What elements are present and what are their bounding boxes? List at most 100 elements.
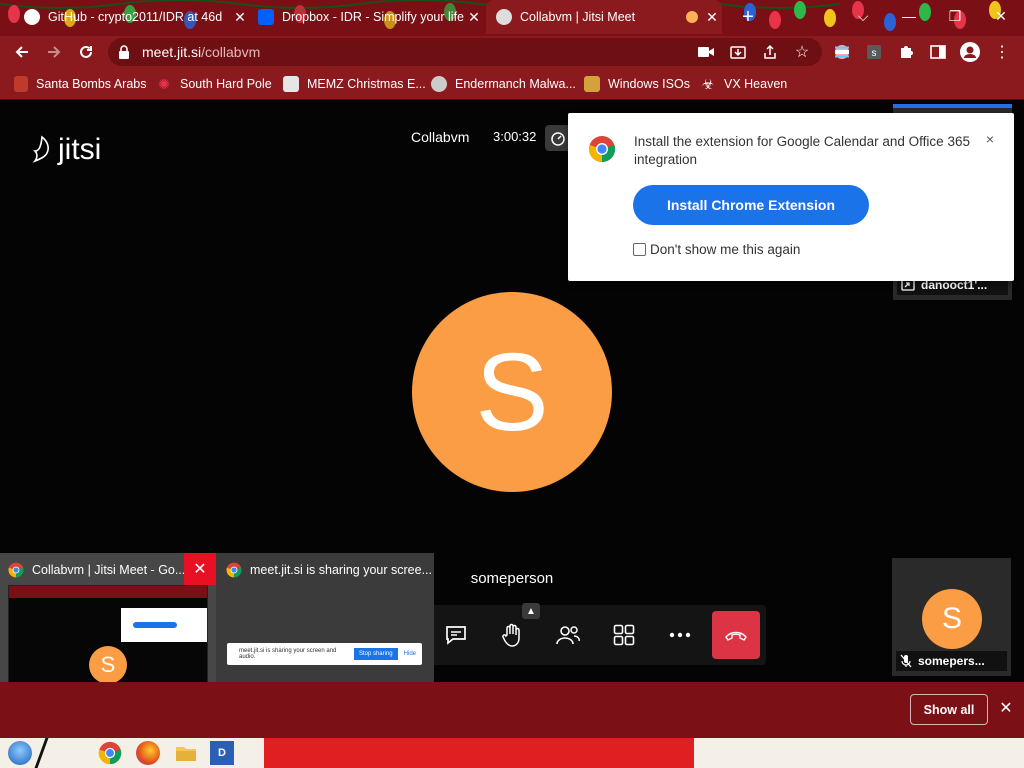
participant-thumbnail-someperson[interactable]: S somepers... <box>892 558 1011 676</box>
more-options-button[interactable] <box>656 611 704 659</box>
firefox-taskbar-icon[interactable] <box>136 741 160 765</box>
file-explorer-taskbar-icon[interactable] <box>174 741 198 765</box>
memz-icon <box>283 76 299 92</box>
tab-search-button[interactable]: ⌵ <box>840 0 886 32</box>
santa-icon <box>14 76 28 92</box>
participants-button[interactable] <box>544 611 592 659</box>
jitsi-bird-icon <box>30 135 54 165</box>
mic-muted-icon <box>900 654 912 668</box>
bookmark-label: Endermanch Malwa... <box>455 77 576 91</box>
preview-sharing-bar: meet.jit.si is sharing your screen and a… <box>227 643 422 665</box>
show-all-button[interactable]: Show all <box>910 694 988 725</box>
windows-taskbar: D <box>0 738 1024 768</box>
url-host: meet.jit.si <box>142 44 202 60</box>
new-tab-button[interactable]: + <box>736 6 760 28</box>
bookmark-label: South Hard Pole <box>180 77 272 91</box>
shelf-close-icon[interactable]: ✕ <box>996 698 1016 718</box>
logo-text: jitsi <box>58 133 102 166</box>
participants-icon <box>556 625 580 645</box>
mini-share-text: meet.jit.si is sharing your screen and a… <box>239 648 337 660</box>
window-close-button[interactable]: ✕ <box>978 0 1024 32</box>
back-icon[interactable] <box>10 40 34 64</box>
lock-icon <box>118 45 134 59</box>
hangup-button[interactable] <box>712 611 760 659</box>
restore-button[interactable]: ❐ <box>932 0 978 32</box>
reactions-chevron[interactable]: ▲ <box>522 603 540 619</box>
install-chrome-extension-button[interactable]: Install Chrome Extension <box>633 185 869 225</box>
bookmark-vx-heaven[interactable]: ☣ VX Heaven <box>700 75 788 93</box>
raise-hand-icon <box>501 623 523 647</box>
download-shelf: Show all ✕ <box>0 682 1024 738</box>
thumbnail-avatar: S <box>922 589 982 649</box>
jitsi-icon <box>496 9 512 25</box>
minimize-button[interactable]: — <box>886 0 932 32</box>
tab-dropbox[interactable]: Dropbox - IDR - Simplify your life ✕ <box>248 0 484 34</box>
main-participant-avatar: S <box>412 292 612 492</box>
tab-collabvm-jitsi[interactable]: Collabvm | Jitsi Meet ✕ <box>486 0 722 34</box>
meeting-timer: 3:00:32 <box>493 129 537 144</box>
bookmark-santa-bombs-arabs[interactable]: Santa Bombs Arabs <box>14 75 146 93</box>
chrome-logo-icon <box>588 135 616 163</box>
share-icon[interactable] <box>758 40 782 64</box>
tab-github[interactable]: GitHub - crypto2011/IDR at 46d ✕ <box>14 0 250 34</box>
bookmarks-bar: Santa Bombs Arabs ✺ South Hard Pole MEMZ… <box>0 68 1024 100</box>
preview-title-text: meet.jit.si is sharing your scree... <box>250 563 433 577</box>
thumbnail-label: somepers... <box>896 651 1007 671</box>
extensions-puzzle-icon[interactable] <box>894 40 918 64</box>
start-orb-icon[interactable] <box>8 741 32 765</box>
install-app-icon[interactable] <box>726 40 750 64</box>
url-text: meet.jit.si/collabvm <box>142 44 822 60</box>
tab-title: GitHub - crypto2011/IDR at 46d <box>48 10 223 24</box>
tile-view-button[interactable] <box>600 611 648 659</box>
chrome-logo-icon <box>8 562 24 578</box>
popup-message: Install the extension for Google Calenda… <box>634 134 970 167</box>
bookmark-south-hard-pole[interactable]: ✺ South Hard Pole <box>156 75 272 93</box>
bookmark-label: VX Heaven <box>724 77 788 91</box>
extension-s-icon[interactable]: s <box>862 40 886 64</box>
jitsi-logo[interactable]: jitsi <box>30 133 101 167</box>
recording-indicator-icon <box>686 11 698 23</box>
svg-text:s: s <box>872 48 877 59</box>
forward-icon[interactable] <box>42 40 66 64</box>
bookmark-windows-isos[interactable]: Windows ISOs <box>584 75 690 93</box>
preview-window-sharing[interactable]: meet.jit.si is sharing your scree... <box>226 561 432 579</box>
tab-strip: GitHub - crypto2011/IDR at 46d ✕ Dropbox… <box>0 0 1024 36</box>
bookmark-endermanch-malware[interactable]: Endermanch Malwa... <box>431 75 576 93</box>
bookmark-star-icon[interactable]: ☆ <box>790 40 814 64</box>
bookmark-label: Windows ISOs <box>608 77 690 91</box>
thumbnail-name: somepers... <box>918 654 985 668</box>
extension-flag-icon[interactable] <box>830 40 854 64</box>
dropbox-icon <box>258 9 274 25</box>
tab-close-icon[interactable]: ✕ <box>464 9 484 26</box>
chrome-menu-icon[interactable]: ⋮ <box>990 40 1014 64</box>
tile-view-icon <box>613 624 635 646</box>
preview-title: Collabvm | Jitsi Meet - Go... <box>8 561 185 579</box>
dont-show-again-checkbox[interactable]: Don't show me this again <box>633 242 800 257</box>
idr-taskbar-icon[interactable]: D <box>210 741 234 765</box>
tab-close-icon[interactable]: ✕ <box>702 9 722 26</box>
profile-avatar-icon[interactable] <box>958 40 982 64</box>
bookmark-label: Santa Bombs Arabs <box>36 77 147 91</box>
meeting-title: Collabvm <box>411 129 470 145</box>
mini-tabbar <box>9 586 207 598</box>
mini-stop-sharing: Stop sharing <box>353 648 398 660</box>
chat-button[interactable] <box>432 611 480 659</box>
mini-hide: Hide <box>403 651 416 657</box>
skull-icon <box>431 76 447 92</box>
hangup-icon <box>724 629 748 641</box>
mini-avatar: S <box>89 646 127 684</box>
github-icon <box>24 9 40 25</box>
bookmark-memz-christmas[interactable]: MEMZ Christmas E... <box>283 75 426 93</box>
tab-title: Collabvm | Jitsi Meet <box>520 10 636 24</box>
popup-close-icon[interactable]: × <box>986 131 994 147</box>
camera-in-use-icon[interactable] <box>694 40 718 64</box>
chrome-taskbar-icon[interactable] <box>98 741 122 765</box>
tab-close-icon[interactable]: ✕ <box>230 9 250 26</box>
browser-toolbar: meet.jit.si/collabvm ☆ s ⋮ <box>0 36 1024 68</box>
reload-icon[interactable] <box>74 40 98 64</box>
preview-close-button[interactable]: ✕ <box>184 553 216 585</box>
flower-icon: ✺ <box>158 76 170 92</box>
preview-title-text: Collabvm | Jitsi Meet - Go... <box>32 563 186 577</box>
side-panel-icon[interactable] <box>926 40 950 64</box>
checkbox[interactable] <box>633 243 646 256</box>
